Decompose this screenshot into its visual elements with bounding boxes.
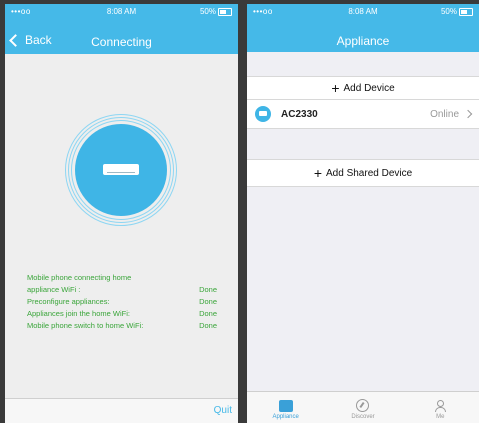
step-status: Done	[199, 285, 217, 294]
step-status: Done	[199, 297, 217, 306]
battery-percent: 50%	[440, 7, 457, 16]
tab-discover[interactable]: Discover	[324, 392, 401, 423]
step-label: Mobile phone switch to home WiFi:	[27, 321, 144, 330]
air-conditioner-icon	[75, 124, 167, 216]
step-row: Mobile phone connecting home	[27, 272, 217, 284]
step-status: Done	[199, 309, 217, 318]
step-label: appliance WiFi :	[27, 285, 81, 294]
add-device-label: Add Device	[343, 82, 395, 94]
tab-label: Appliance	[272, 414, 299, 420]
battery-indicator: 50%	[441, 7, 473, 16]
device-status: Online	[430, 108, 459, 120]
nav-bar: •••oo 8:08 AM 50% Back Connecting	[5, 4, 238, 54]
step-row: appliance WiFi : Done	[27, 284, 217, 296]
step-label: Appliances join the home WiFi:	[27, 309, 130, 318]
tab-label: Discover	[351, 414, 375, 420]
battery-indicator: 50%	[200, 7, 232, 16]
battery-icon	[459, 7, 473, 16]
air-conditioner-icon	[255, 106, 271, 122]
battery-icon	[218, 7, 232, 16]
connecting-animation	[65, 114, 177, 226]
ac-unit-graphic	[103, 164, 139, 175]
plus-icon: +	[313, 165, 322, 181]
device-row[interactable]: AC2330 Online	[247, 99, 479, 128]
device-name: AC2330	[281, 108, 318, 120]
battery-percent: 50%	[199, 7, 216, 16]
tab-label: Me	[436, 414, 445, 420]
tab-appliance[interactable]: Appliance	[247, 392, 324, 423]
nav-bar: •••oo 8:08 AM 50% Appliance	[247, 4, 479, 52]
step-row: Preconfigure appliances: Done	[27, 296, 217, 308]
tab-me[interactable]: Me	[402, 392, 479, 423]
add-shared-device-button[interactable]: + Add Shared Device	[247, 160, 479, 186]
shared-device-group: + Add Shared Device	[247, 159, 479, 187]
compass-icon	[356, 399, 370, 412]
chevron-right-icon	[463, 109, 473, 119]
bottom-bar: Quit	[5, 398, 238, 423]
appliance-icon	[278, 400, 293, 412]
connecting-screen: •••oo 8:08 AM 50% Back Connecting Mobile…	[5, 4, 238, 423]
user-icon	[433, 400, 447, 412]
step-status: Done	[199, 321, 217, 330]
step-label: Mobile phone connecting home	[27, 273, 132, 282]
appliance-screen: •••oo 8:08 AM 50% Appliance + Add Device…	[247, 4, 479, 423]
connection-steps: Mobile phone connecting home appliance W…	[27, 272, 217, 332]
step-row: Mobile phone switch to home WiFi: Done	[27, 320, 217, 332]
tab-bar: Appliance Discover Me	[247, 391, 479, 423]
add-device-button[interactable]: + Add Device	[247, 77, 479, 99]
status-bar: •••oo 8:08 AM 50%	[5, 4, 238, 20]
step-label: Preconfigure appliances:	[27, 297, 110, 306]
device-list: + Add Device AC2330 Online	[247, 76, 479, 129]
step-row: Appliances join the home WiFi: Done	[27, 308, 217, 320]
quit-button[interactable]: Quit	[214, 405, 232, 416]
status-bar: •••oo 8:08 AM 50%	[247, 4, 479, 20]
page-title: Appliance	[336, 34, 390, 48]
connecting-content: Mobile phone connecting home appliance W…	[5, 54, 238, 399]
page-title: Connecting	[91, 35, 152, 49]
add-shared-device-label: Add Shared Device	[326, 167, 413, 179]
plus-icon: +	[331, 80, 340, 96]
